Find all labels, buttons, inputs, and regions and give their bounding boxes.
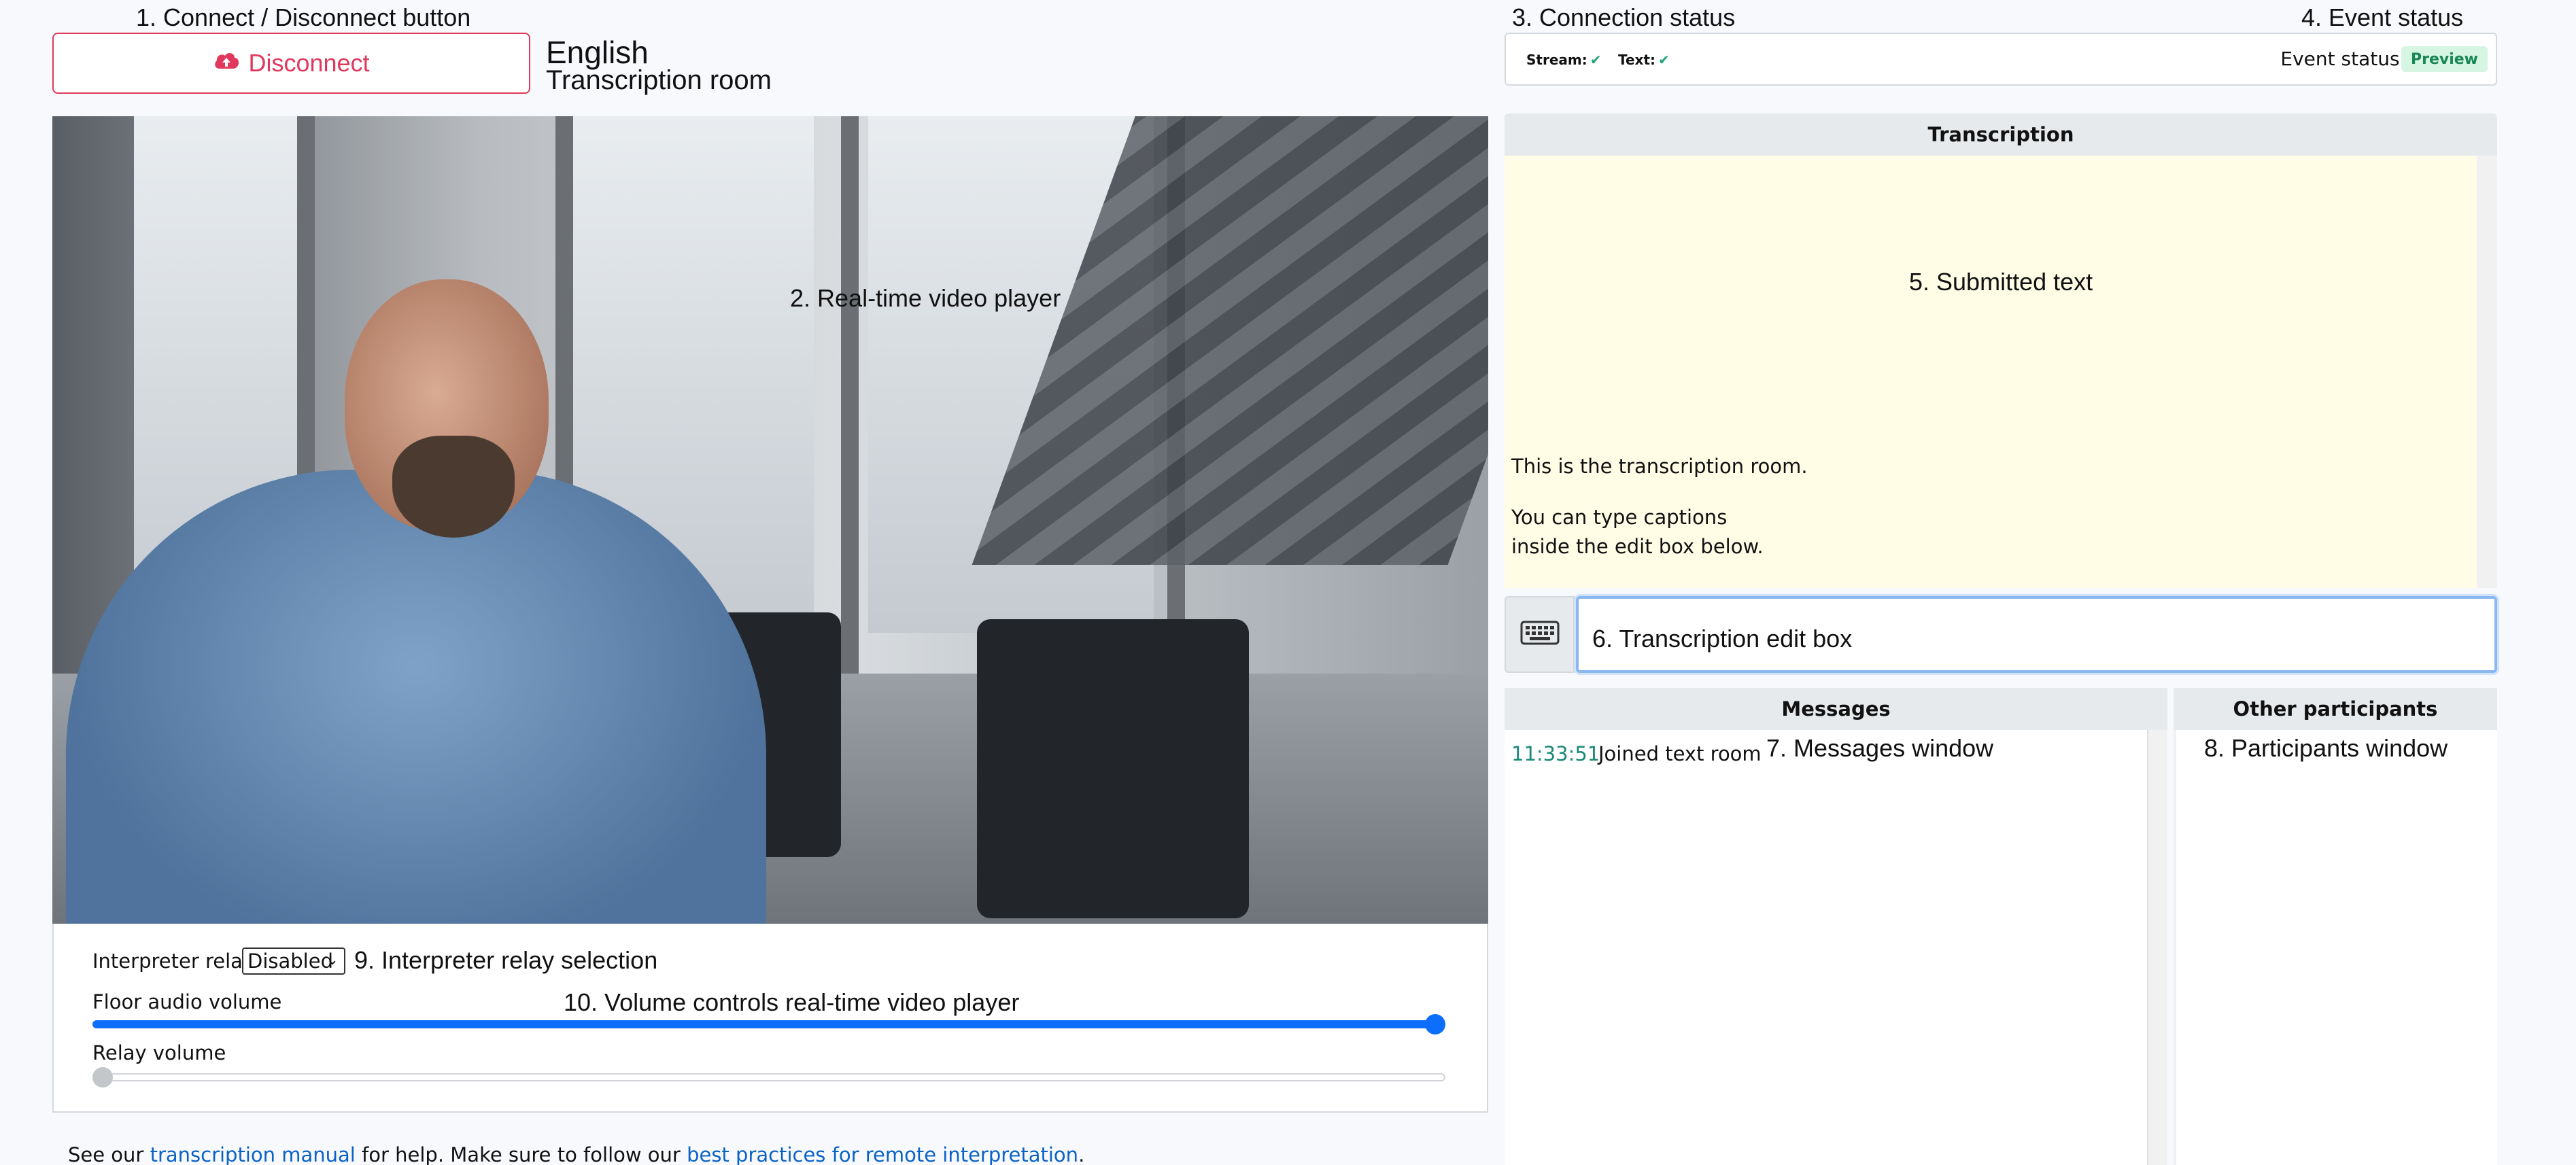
- message-text: Joined text room: [1598, 742, 1762, 765]
- transcription-header: Transcription: [1505, 114, 2497, 156]
- stream-status-label: Stream:: [1526, 52, 1587, 68]
- player-controls: Interpreter relay: Disabled ⌄ 9. Interpr…: [52, 924, 1488, 1113]
- messages-header: Messages: [1505, 688, 2167, 730]
- transcription-line: This is the transcription room.: [1511, 455, 1808, 478]
- floor-volume-label: Floor audio volume: [92, 990, 282, 1013]
- message-time: 11:33:51: [1511, 742, 1600, 765]
- participants-window: [2174, 730, 2497, 1165]
- annotation-video: 2. Real-time video player: [790, 284, 1061, 312]
- event-status-badge: Preview: [2401, 46, 2488, 72]
- best-practices-link[interactable]: best practices for remote interpretation: [687, 1143, 1078, 1165]
- transcription-edit-box[interactable]: 6. Transcription edit box: [1576, 596, 2497, 673]
- footer-text: See our: [68, 1143, 150, 1165]
- relay-volume-label: Relay volume: [92, 1041, 226, 1064]
- chevron-down-icon: ⌄: [326, 952, 339, 969]
- video-player[interactable]: [52, 116, 1488, 924]
- disconnect-label: Disconnect: [248, 49, 370, 77]
- annotation-relay: 9. Interpreter relay selection: [354, 946, 658, 974]
- messages-window: 11:33:51 Joined text room: [1505, 730, 2147, 1165]
- keyboard-button[interactable]: [1505, 596, 1575, 673]
- annotation-messages: 7. Messages window: [1766, 734, 1994, 762]
- annotation-participants: 8. Participants window: [2204, 734, 2448, 762]
- floor-volume-thumb[interactable]: [1425, 1014, 1445, 1034]
- event-status-label: Event status:: [2280, 48, 2406, 70]
- relay-volume-slider[interactable]: [92, 1073, 1445, 1081]
- relay-label: Interpreter relay:: [92, 950, 260, 973]
- text-status: Text: ✔: [1618, 52, 1670, 68]
- stream-status: Stream: ✔: [1526, 52, 1602, 68]
- footer-text: .: [1078, 1143, 1085, 1165]
- transcription-scrollbar[interactable]: [2477, 156, 2497, 588]
- text-status-label: Text:: [1618, 52, 1656, 68]
- annotation-connection-status: 3. Connection status: [1512, 3, 1736, 31]
- submitted-text-area: This is the transcription room. You can …: [1505, 156, 2477, 588]
- connection-status-bar: Stream: ✔ Text: ✔ Event status: Preview: [1505, 33, 2497, 86]
- annotation-connect: 1. Connect / Disconnect button: [136, 3, 471, 31]
- check-icon: ✔: [1590, 52, 1602, 68]
- annotation-event-status: 4. Event status: [2301, 3, 2464, 31]
- participants-header: Other participants: [2174, 688, 2497, 730]
- help-footer: See our transcription manual for help. M…: [68, 1143, 1084, 1165]
- relay-selected-value: Disabled: [247, 950, 333, 973]
- annotation-submitted: 5. Submitted text: [1909, 268, 2093, 296]
- relay-select[interactable]: Disabled ⌄: [242, 947, 345, 975]
- relay-volume-thumb[interactable]: [92, 1067, 113, 1088]
- check-icon: ✔: [1658, 52, 1670, 68]
- disconnect-button[interactable]: Disconnect: [52, 33, 530, 94]
- floor-volume-slider[interactable]: [92, 1020, 1445, 1028]
- annotation-edit-box: 6. Transcription edit box: [1592, 625, 1853, 653]
- footer-text: for help. Make sure to follow our: [355, 1143, 687, 1165]
- annotation-volume: 10. Volume controls real-time video play…: [564, 988, 1020, 1016]
- transcription-manual-link[interactable]: transcription manual: [150, 1143, 356, 1165]
- transcription-line: inside the edit box below.: [1511, 535, 1764, 558]
- transcription-line: You can type captions: [1511, 506, 1728, 529]
- room-title: Transcription room: [546, 65, 772, 95]
- cloud-upload-icon: [213, 49, 240, 77]
- messages-scrollbar[interactable]: [2147, 730, 2167, 1165]
- keyboard-icon: [1520, 621, 1560, 648]
